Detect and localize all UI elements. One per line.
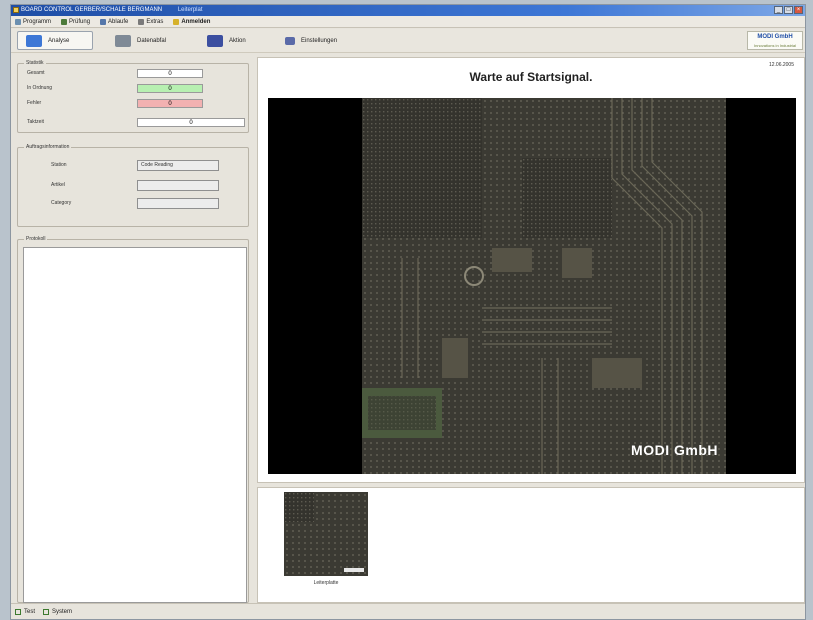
close-button[interactable]: × bbox=[794, 6, 803, 14]
stat-value-in-ordnung: 0 bbox=[137, 84, 203, 93]
order-row-artikel: Artikel bbox=[23, 180, 247, 191]
status-system[interactable]: System bbox=[43, 608, 73, 615]
protocol-group-title: Protokoll bbox=[24, 236, 48, 242]
order-row-station: Station Code Reading bbox=[23, 160, 247, 171]
menu-label: Anmelden bbox=[181, 18, 211, 25]
document-title: Leiterplat bbox=[177, 7, 203, 13]
magnifier-icon bbox=[26, 34, 42, 47]
logo-text: MODI GmbH bbox=[757, 34, 793, 40]
thumbnail-graphic bbox=[284, 492, 368, 576]
aktion-button[interactable]: Aktion bbox=[199, 31, 269, 50]
menu-label: Prüfung bbox=[69, 18, 91, 25]
check-icon bbox=[61, 18, 68, 25]
menu-ablaufe[interactable]: Ablaufe bbox=[100, 18, 129, 25]
toolbar: Analyse Datenabfal Aktion Einstellungen … bbox=[11, 29, 805, 53]
status-bar: Test System bbox=[11, 603, 805, 619]
circuit-board-image: MODI GmbH bbox=[362, 98, 726, 474]
stat-label: Gesamt bbox=[27, 70, 45, 76]
menu-extras[interactable]: Extras bbox=[138, 18, 164, 25]
order-row-category: Category bbox=[23, 198, 247, 209]
circuit-board-graphic bbox=[362, 98, 726, 474]
maximize-button[interactable]: □ bbox=[784, 6, 793, 14]
folder-icon bbox=[15, 18, 21, 25]
main-view: 12.06.2005 Warte auf Startsignal. MODI G… bbox=[257, 57, 805, 483]
brand-overlay: MODI GmbH bbox=[631, 442, 718, 458]
order-label: Artikel bbox=[51, 182, 65, 188]
status-box-icon bbox=[15, 608, 21, 615]
stat-value-gesamt: 0 bbox=[137, 69, 203, 78]
stat-row-taktzeit: Taktzeit 0 bbox=[23, 118, 247, 128]
truck-icon bbox=[115, 34, 131, 47]
status-box-icon bbox=[43, 608, 50, 615]
order-label: Category bbox=[51, 200, 72, 206]
analyse-button[interactable]: Analyse bbox=[17, 31, 93, 50]
protocol-log[interactable] bbox=[23, 247, 247, 603]
menu-label: Programm bbox=[23, 18, 52, 25]
image-viewer: MODI GmbH bbox=[268, 98, 796, 474]
menu-programm[interactable]: Programm bbox=[15, 18, 52, 25]
stat-label: In Ordnung bbox=[27, 85, 53, 91]
stat-value-taktzeit: 0 bbox=[137, 118, 245, 127]
thumbnail-strip: Leiterplatte bbox=[257, 487, 805, 603]
window-controls: _ □ × bbox=[774, 6, 803, 14]
floppy-icon bbox=[207, 34, 223, 47]
status-label: System bbox=[52, 608, 73, 615]
app-window: BOARD CONTROL GERBER/SCHALE BERGMANN Lei… bbox=[10, 4, 806, 620]
app-icon bbox=[13, 7, 19, 13]
toolbar-label: Analyse bbox=[48, 37, 70, 44]
stat-row-fehler: Fehler 0 bbox=[23, 99, 247, 109]
statistics-group-title: Statistik bbox=[24, 60, 46, 66]
wrench-icon bbox=[138, 18, 145, 25]
order-value-category bbox=[137, 198, 219, 209]
stat-value-fehler: 0 bbox=[137, 99, 203, 108]
menu-bar: Programm Prüfung Ablaufe Extras Anmelden bbox=[11, 16, 805, 28]
status-label: Test bbox=[24, 608, 36, 615]
screen-background: BOARD CONTROL GERBER/SCHALE BERGMANN Lei… bbox=[0, 0, 813, 620]
menu-pruefung[interactable]: Prüfung bbox=[61, 18, 91, 25]
thumbnail-caption: Leiterplatte bbox=[313, 580, 339, 586]
title-bar: BOARD CONTROL GERBER/SCHALE BERGMANN Lei… bbox=[11, 5, 805, 16]
menu-anmelden[interactable]: Anmelden bbox=[173, 18, 211, 25]
company-logo: MODI GmbH Innovations in Industrial bbox=[747, 31, 803, 50]
order-label: Station bbox=[51, 162, 67, 168]
stat-label: Fehler bbox=[27, 100, 42, 106]
key-icon bbox=[173, 18, 180, 25]
stat-label: Taktzeit bbox=[27, 119, 44, 125]
toolbar-label: Aktion bbox=[229, 37, 246, 44]
toolbar-label: Datenabfal bbox=[137, 37, 167, 44]
key-icon bbox=[285, 36, 295, 45]
logo-tagline: Innovations in Industrial bbox=[753, 43, 797, 48]
minimize-button[interactable]: _ bbox=[774, 6, 783, 14]
window-title: BOARD CONTROL GERBER/SCHALE BERGMANN bbox=[21, 7, 163, 13]
thumbnail-image[interactable] bbox=[284, 492, 368, 576]
status-message: Warte auf Startsignal. bbox=[469, 70, 593, 84]
order-value-station: Code Reading bbox=[137, 160, 219, 171]
menu-label: Extras bbox=[146, 18, 164, 25]
datenabfal-button[interactable]: Datenabfal bbox=[107, 31, 183, 50]
einstellungen-button[interactable]: Einstellungen bbox=[277, 31, 367, 50]
menu-label: Ablaufe bbox=[108, 18, 129, 25]
flow-icon bbox=[100, 18, 107, 25]
timestamp: 12.06.2005 bbox=[768, 62, 794, 68]
stat-row-gesamt: Gesamt 0 bbox=[23, 69, 247, 79]
status-test[interactable]: Test bbox=[15, 608, 36, 615]
stat-row-in-ordnung: In Ordnung 0 bbox=[23, 84, 247, 94]
order-value-artikel bbox=[137, 180, 219, 191]
left-pane: Statistik Gesamt 0 In Ordnung 0 Fehler 0… bbox=[13, 57, 251, 603]
order-info-group-title: Auftragsinformation bbox=[24, 144, 72, 150]
toolbar-label: Einstellungen bbox=[301, 37, 338, 44]
